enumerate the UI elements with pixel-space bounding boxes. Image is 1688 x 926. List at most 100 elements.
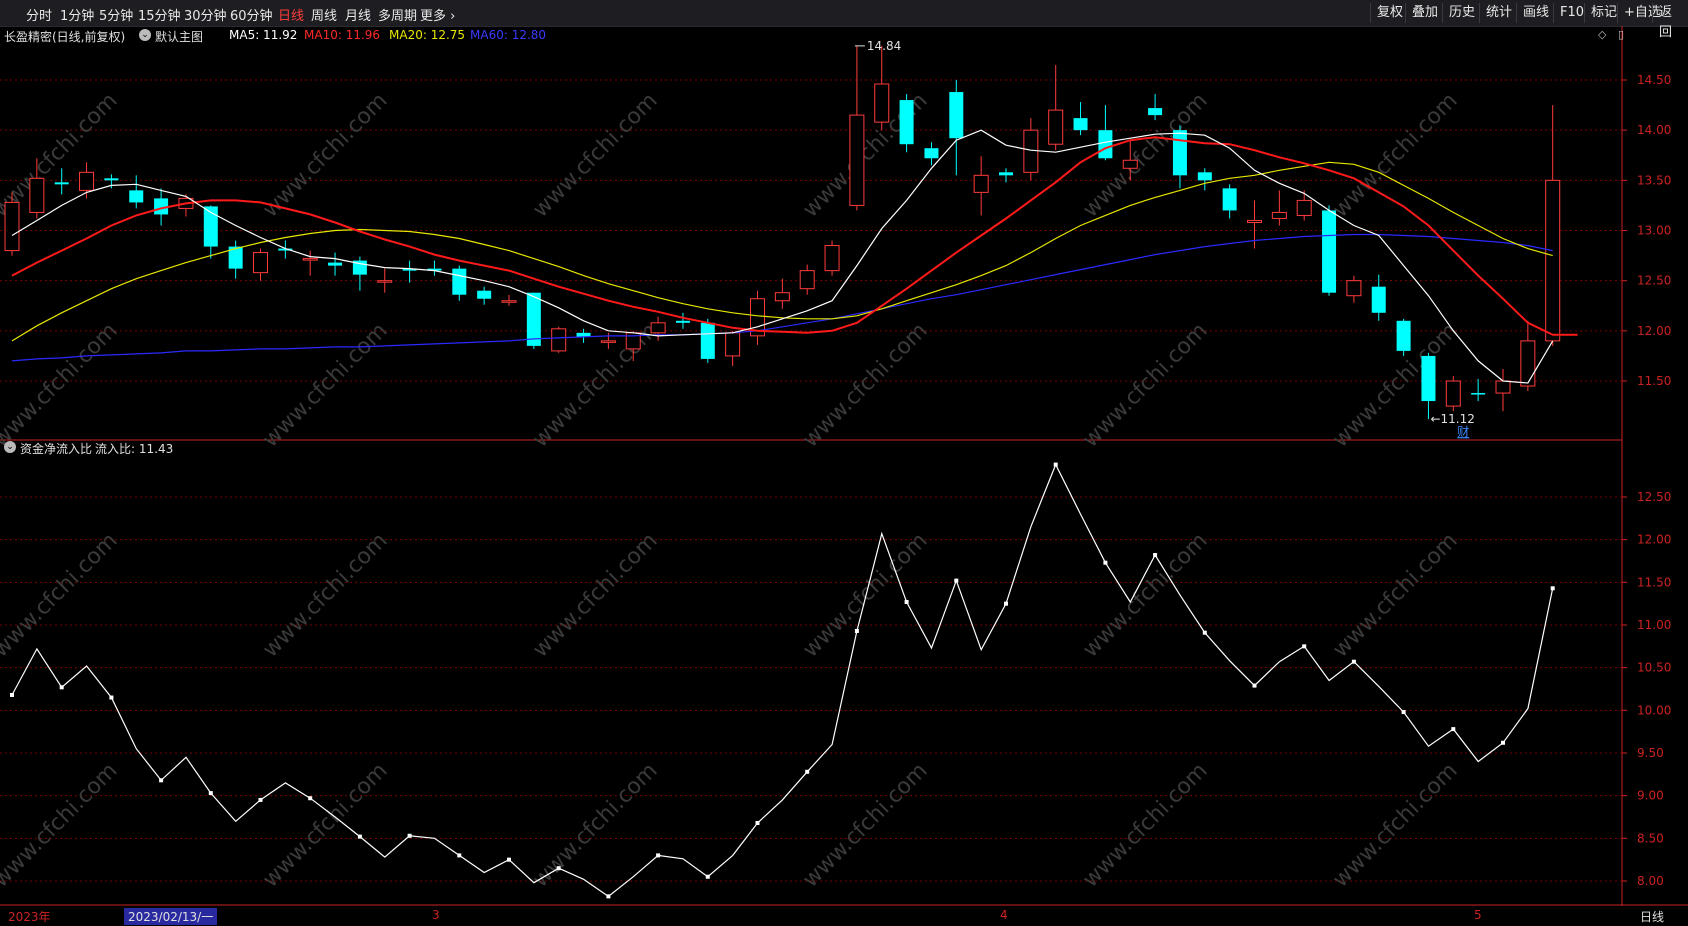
candle <box>1346 275 1362 303</box>
candle-body <box>1346 280 1362 297</box>
inflow-ratio-point <box>904 599 909 604</box>
inflow-ratio-point <box>1302 644 1307 649</box>
candle <box>675 312 690 329</box>
date-axis: 2023年 2023/02/13/一 3 4 5 日线 <box>0 906 1688 926</box>
watermark: www.cfchi.com <box>258 318 392 452</box>
high-price-label: 14.84 <box>867 39 901 53</box>
toolbar-tab-1[interactable]: 1分钟 <box>60 5 94 24</box>
inflow-ratio-point <box>258 797 263 802</box>
candle-body <box>551 328 567 352</box>
toolbar-button-8[interactable]: 返回 <box>1652 3 1688 40</box>
candle-body <box>1023 129 1039 173</box>
toolbar-tab-7[interactable]: 周线 <box>311 5 337 24</box>
watermark: www.cfchi.com <box>258 758 392 892</box>
toolbar-tab-2[interactable]: 5分钟 <box>99 5 133 24</box>
toolbar-button-0[interactable]: 复权 <box>1370 3 1409 23</box>
toolbar-tab-4[interactable]: 30分钟 <box>184 5 227 24</box>
candle-body <box>501 300 517 303</box>
toolbar-button-4[interactable]: 画线 <box>1516 3 1555 23</box>
candle <box>1495 368 1511 412</box>
candle <box>452 265 467 301</box>
inflow-ratio-point <box>407 833 412 838</box>
indicator-name[interactable]: 默认主图 <box>155 28 203 45</box>
inflow-ratio-point <box>556 866 561 871</box>
panel-top-right-icons: ◇ ▯ <box>1598 28 1624 41</box>
candle-body <box>1520 340 1536 387</box>
toolbar-tab-6[interactable]: 日线 <box>278 5 304 24</box>
indicator-settings-icon[interactable]: ⌄ <box>139 29 151 41</box>
candle-body <box>1371 286 1386 313</box>
watermark: www.cfchi.com <box>528 528 662 662</box>
kline-chart[interactable]: 14.50 14.00 13.50 13.00 12.50 12.00 11.50 12.50… <box>0 26 1688 906</box>
period-toolbar: 分时 1分钟 5分钟 15分钟 30分钟 60分钟 日线 周线 月线 多周期 更多 › 复权 叠加 历史统… <box>0 0 1688 40</box>
price-tick-label: 14.00 <box>1637 123 1671 137</box>
watermark: www.cfchi.com <box>528 88 662 222</box>
candle-body <box>973 174 989 193</box>
inflow-ratio-point <box>457 853 462 858</box>
candle <box>1545 105 1561 346</box>
candle <box>949 80 964 176</box>
inflow-ratio-point <box>1103 560 1108 565</box>
sub-indicator-name[interactable]: 资金净流入比 <box>20 440 92 457</box>
toolbar-tab-5[interactable]: 60分钟 <box>230 5 273 24</box>
candle <box>874 45 890 131</box>
finance-event-marker[interactable]: 财 <box>1457 425 1469 439</box>
candle <box>427 260 442 276</box>
candle-body <box>377 280 393 283</box>
toolbar-tab-8[interactable]: 月线 <box>345 5 371 24</box>
sub-tick-label: 10.50 <box>1637 661 1671 675</box>
ma10-line <box>11 136 1578 336</box>
candle-body <box>1445 380 1461 407</box>
candle-body <box>600 340 616 343</box>
candle <box>1197 168 1212 191</box>
toolbar-button-3[interactable]: 统计 <box>1479 3 1518 23</box>
sub-tick-label: 11.50 <box>1637 575 1671 589</box>
candle <box>1222 184 1237 219</box>
stock-name[interactable]: 长盈精密(日线,前复权) <box>4 28 125 45</box>
candle-body <box>1421 355 1436 402</box>
inflow-ratio-point <box>1401 710 1406 715</box>
candle <box>328 252 343 276</box>
candle <box>1471 378 1486 402</box>
candle <box>725 330 741 366</box>
candle <box>477 286 492 305</box>
price-tick-label: 13.50 <box>1637 173 1671 187</box>
candle-body <box>1122 159 1138 169</box>
toolbar-button-1[interactable]: 叠加 <box>1405 3 1444 23</box>
candle-body <box>1396 320 1411 351</box>
inflow-ratio-point <box>805 769 810 774</box>
sub-indicator-settings-icon[interactable]: ⌄ <box>4 441 16 453</box>
candle-body <box>1172 130 1187 176</box>
candle <box>253 248 268 281</box>
candle-body <box>1247 219 1262 223</box>
watermark: www.cfchi.com <box>1078 318 1212 452</box>
inflow-ratio-point <box>159 778 164 783</box>
sub-tick-label: 9.50 <box>1637 746 1664 760</box>
toolbar-button-2[interactable]: 历史 <box>1442 3 1481 23</box>
watermark: www.cfchi.com <box>0 758 123 892</box>
toolbar-tab-9[interactable]: 多周期 <box>378 5 417 24</box>
watermark: www.cfchi.com <box>258 528 392 662</box>
candle-body <box>1148 108 1163 116</box>
candle <box>824 240 840 276</box>
sub-tick-label: 11.00 <box>1637 618 1671 632</box>
month-label: 5 <box>1474 908 1482 922</box>
watermark: www.cfchi.com <box>258 88 392 222</box>
diamond-icon[interactable]: ◇ <box>1598 28 1606 41</box>
panel-toggle-icon[interactable]: ▯ <box>1618 28 1624 41</box>
inflow-ratio-point <box>1153 553 1158 558</box>
toolbar-tab-3[interactable]: 15分钟 <box>138 5 181 24</box>
inflow-ratio-point <box>1004 601 1008 606</box>
candle <box>1322 205 1337 296</box>
period-label: 日线 <box>1640 910 1665 924</box>
ma10-value: MA10: 11.96 <box>304 28 381 42</box>
inflow-ratio-point <box>954 578 959 583</box>
inflow-ratio-point <box>208 791 213 796</box>
toolbar-tab-10[interactable]: 更多 › <box>420 5 455 24</box>
watermark: www.cfchi.com <box>528 758 662 892</box>
candle <box>1396 318 1411 356</box>
inflow-ratio-point <box>308 796 313 801</box>
candle-body <box>700 322 715 359</box>
candle <box>377 268 393 293</box>
toolbar-tab-0[interactable]: 分时 <box>26 5 52 24</box>
